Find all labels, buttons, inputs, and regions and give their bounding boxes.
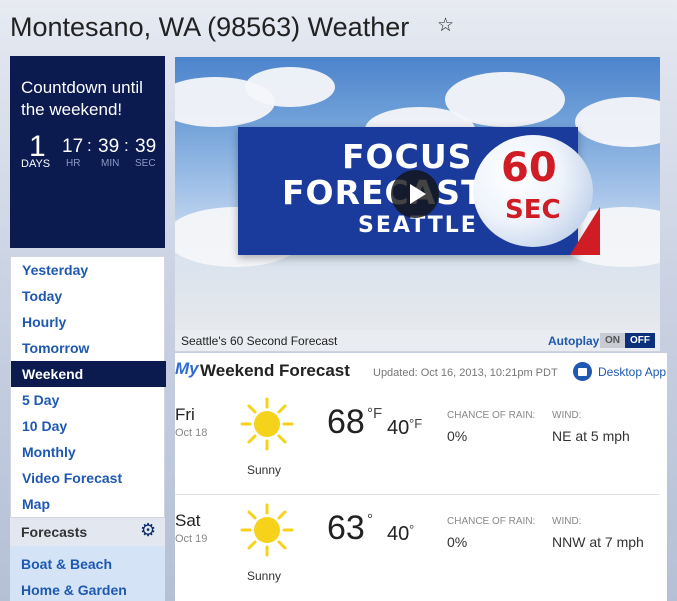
- rain-chance: 0%: [447, 428, 468, 444]
- video-caption: Seattle's 60 Second Forecast: [181, 334, 338, 348]
- rain-label: CHANCE OF RAIN:: [447, 410, 536, 421]
- day-date: Oct 19: [175, 533, 208, 545]
- forecasts-list: Boat & Beach Home & Garden: [10, 546, 165, 601]
- favorite-star-icon[interactable]: ☆: [437, 14, 454, 37]
- low-temp-unit: °: [409, 522, 415, 537]
- countdown-separator: :: [124, 136, 129, 155]
- wind-value: NE at 5 mph: [552, 428, 630, 444]
- high-temp: 68: [327, 403, 365, 441]
- rain-label: CHANCE OF RAIN:: [447, 516, 536, 527]
- day-name: Fri: [175, 405, 195, 424]
- cloud: [245, 67, 335, 107]
- low-temp: 40: [387, 523, 410, 545]
- desktop-app-link[interactable]: Desktop App: [598, 365, 666, 379]
- updated-timestamp: Updated: Oct 16, 2013, 10:21pm PDT: [373, 367, 558, 379]
- banner-line-2: FORECAST: [282, 173, 485, 212]
- countdown-minutes-label: MIN: [101, 158, 120, 169]
- nav-item-10-day[interactable]: 10 Day: [11, 413, 166, 439]
- countdown-separator: :: [87, 136, 92, 155]
- nav-item-monthly[interactable]: Monthly: [11, 439, 166, 465]
- countdown-seconds-label: SEC: [135, 158, 156, 169]
- badge-number: 60: [501, 145, 557, 191]
- forecast-nav: Yesterday Today Hourly Tomorrow Weekend …: [10, 256, 166, 518]
- nav-item-today[interactable]: Today: [11, 283, 166, 309]
- condition-text: Sunny: [247, 463, 282, 477]
- countdown-days-label: DAYS: [21, 158, 51, 170]
- wind-label: WIND:: [552, 410, 582, 421]
- high-temp: 63: [327, 509, 365, 547]
- nav-item-map[interactable]: Map: [11, 491, 166, 517]
- nav-item-yesterday[interactable]: Yesterday: [11, 257, 166, 283]
- nav-item-weekend[interactable]: Weekend: [11, 361, 166, 387]
- cloud: [575, 97, 660, 147]
- countdown-minutes: 39: [98, 136, 120, 157]
- cloud: [445, 72, 565, 127]
- rain-chance: 0%: [447, 534, 468, 550]
- countdown-hours: 17: [62, 136, 84, 157]
- countdown-seconds: 39: [135, 136, 157, 157]
- video-player[interactable]: FOCUS FORECAST SEATTLE 60 SEC: [175, 57, 660, 330]
- nav-item-tomorrow[interactable]: Tomorrow: [11, 335, 166, 361]
- badge-unit: SEC: [505, 195, 561, 225]
- wind-value: NNW at 7 mph: [552, 534, 644, 550]
- weekend-forecast-title: Weekend Forecast: [200, 361, 350, 380]
- forecasts-item-boat-beach[interactable]: Boat & Beach: [21, 556, 112, 572]
- video-caption-bar: Seattle's 60 Second Forecast Autoplay ON…: [175, 330, 660, 352]
- page-title: Montesano, WA (98563) Weather: [10, 12, 410, 42]
- condition-text: Sunny: [247, 569, 282, 583]
- forecast-day-row: Sat Oct 19 Sunny 63 ° 40 ° CHANCE OF RAI…: [175, 503, 660, 601]
- nav-item-hourly[interactable]: Hourly: [11, 309, 166, 335]
- countdown-hours-label: HR: [66, 158, 81, 169]
- my-logo: My: [175, 359, 199, 378]
- weekend-countdown: Countdown until the weekend! 1 DAYS 17 H…: [10, 56, 165, 248]
- forecasts-item-home-garden[interactable]: Home & Garden: [21, 582, 127, 598]
- high-temp-unit: °F: [367, 405, 383, 422]
- sun-icon: [240, 503, 294, 557]
- low-temp-unit: °F: [409, 416, 423, 431]
- desktop-app-icon[interactable]: [573, 362, 592, 381]
- row-divider: [175, 494, 660, 495]
- autoplay-label: Autoplay: [548, 334, 600, 348]
- nav-item-video-forecast[interactable]: Video Forecast: [11, 465, 166, 491]
- day-date: Oct 18: [175, 427, 208, 439]
- badge-corner: [570, 207, 600, 255]
- wind-label: WIND:: [552, 516, 582, 527]
- sun-icon: [240, 397, 294, 451]
- nav-item-5-day[interactable]: 5 Day: [11, 387, 166, 413]
- day-name: Sat: [175, 511, 201, 530]
- gear-icon[interactable]: ⚙: [140, 520, 156, 541]
- autoplay-on-toggle[interactable]: ON: [600, 333, 625, 348]
- high-temp-unit: °: [367, 511, 373, 528]
- play-button[interactable]: [391, 170, 439, 218]
- low-temp: 40: [387, 417, 410, 439]
- countdown-title: Countdown until the weekend!: [21, 78, 143, 119]
- weekend-forecast-panel: My Weekend Forecast Updated: Oct 16, 201…: [175, 353, 667, 601]
- autoplay-off-toggle[interactable]: OFF: [625, 333, 655, 348]
